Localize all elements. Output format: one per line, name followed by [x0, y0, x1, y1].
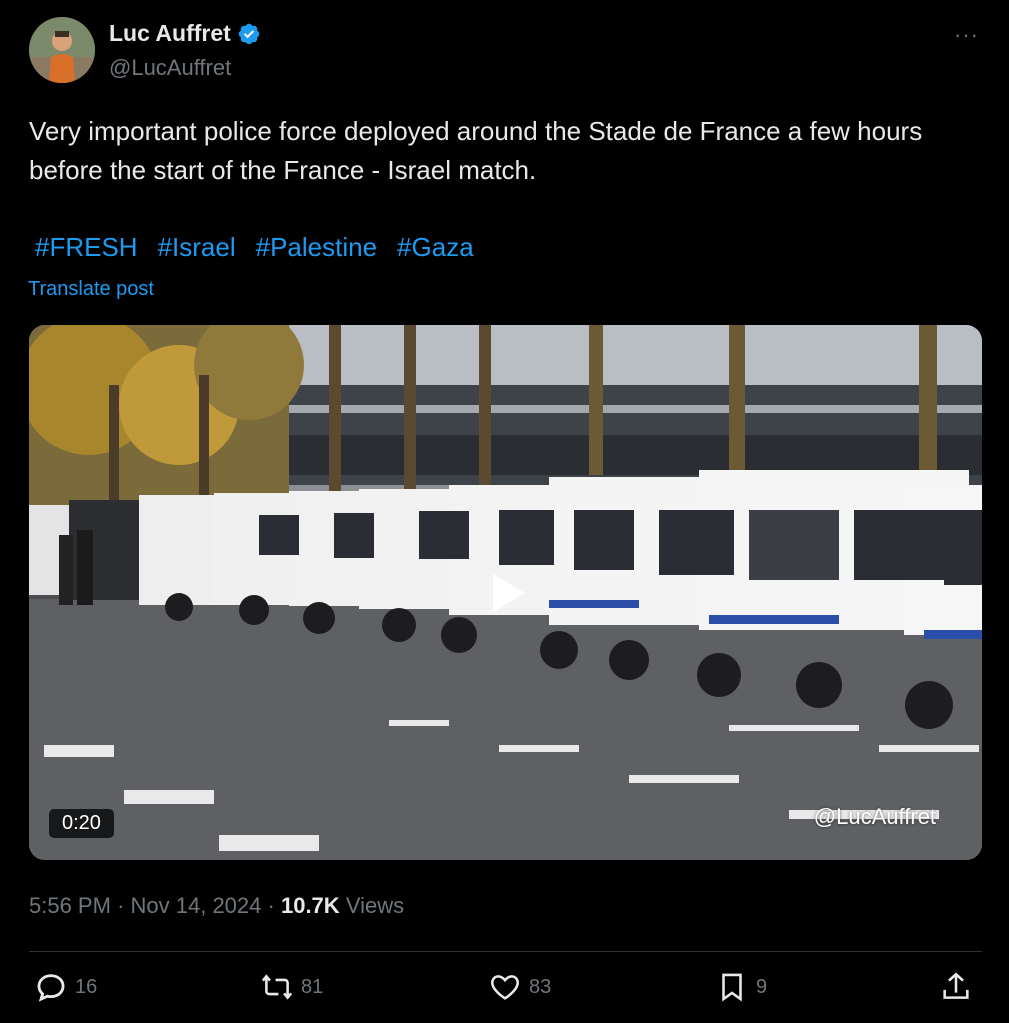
more-options-icon[interactable]: ···	[954, 22, 979, 48]
author-name-row[interactable]: Luc Auffret	[109, 20, 261, 47]
views-count: 10.7K	[280, 893, 340, 918]
author-display-name[interactable]: Luc Auffret	[109, 20, 231, 47]
post-text: Very important police force deployed aro…	[29, 116, 923, 185]
author-handle[interactable]: @LucAuffret	[109, 55, 231, 81]
avatar[interactable]	[29, 17, 95, 83]
repost-count: 81	[301, 975, 324, 998]
bookmark-icon	[722, 973, 742, 1002]
like-count: 83	[529, 975, 552, 998]
bookmark-button[interactable]: 9	[715, 970, 767, 1004]
bookmark-count: 9	[756, 975, 768, 998]
post-date[interactable]: Nov 14, 2024	[131, 893, 262, 918]
like-button[interactable]: 83	[488, 970, 551, 1004]
share-button[interactable]	[939, 970, 973, 1004]
repost-button[interactable]: 81	[260, 970, 323, 1004]
share-icon	[943, 972, 969, 999]
post-time[interactable]: 5:56 PM	[29, 893, 111, 918]
views-label: Views	[345, 893, 405, 918]
hashtag-link[interactable]: #FRESH	[35, 232, 138, 263]
reply-icon	[37, 974, 65, 1002]
hashtag-link[interactable]: #Gaza	[397, 232, 474, 263]
meta-separator: ·	[267, 893, 275, 918]
hashtag-link[interactable]: #Israel	[158, 232, 236, 263]
reply-button[interactable]: 16	[34, 970, 97, 1004]
video-duration: 0:20	[49, 809, 114, 838]
play-icon[interactable]	[481, 568, 531, 618]
translate-post-link[interactable]: Translate post	[28, 278, 154, 301]
divider	[29, 951, 982, 952]
repost-icon	[261, 974, 293, 1000]
hashtag-link[interactable]: #Palestine	[256, 232, 377, 263]
meta-separator: ·	[117, 893, 125, 918]
video-watermark: @LucAuffret	[813, 804, 936, 829]
reply-count: 16	[75, 975, 98, 998]
heart-icon	[491, 975, 519, 1000]
video-player[interactable]: 0:20 @LucAuffret	[29, 325, 982, 860]
hashtags: #FRESH #Israel #Palestine #Gaza	[35, 232, 474, 263]
verified-badge-icon	[238, 23, 260, 44]
action-bar: 16 81 83 9	[34, 970, 974, 1012]
post-meta: 5:56 PM · Nov 14, 2024 · 10.7K Views	[29, 893, 404, 919]
